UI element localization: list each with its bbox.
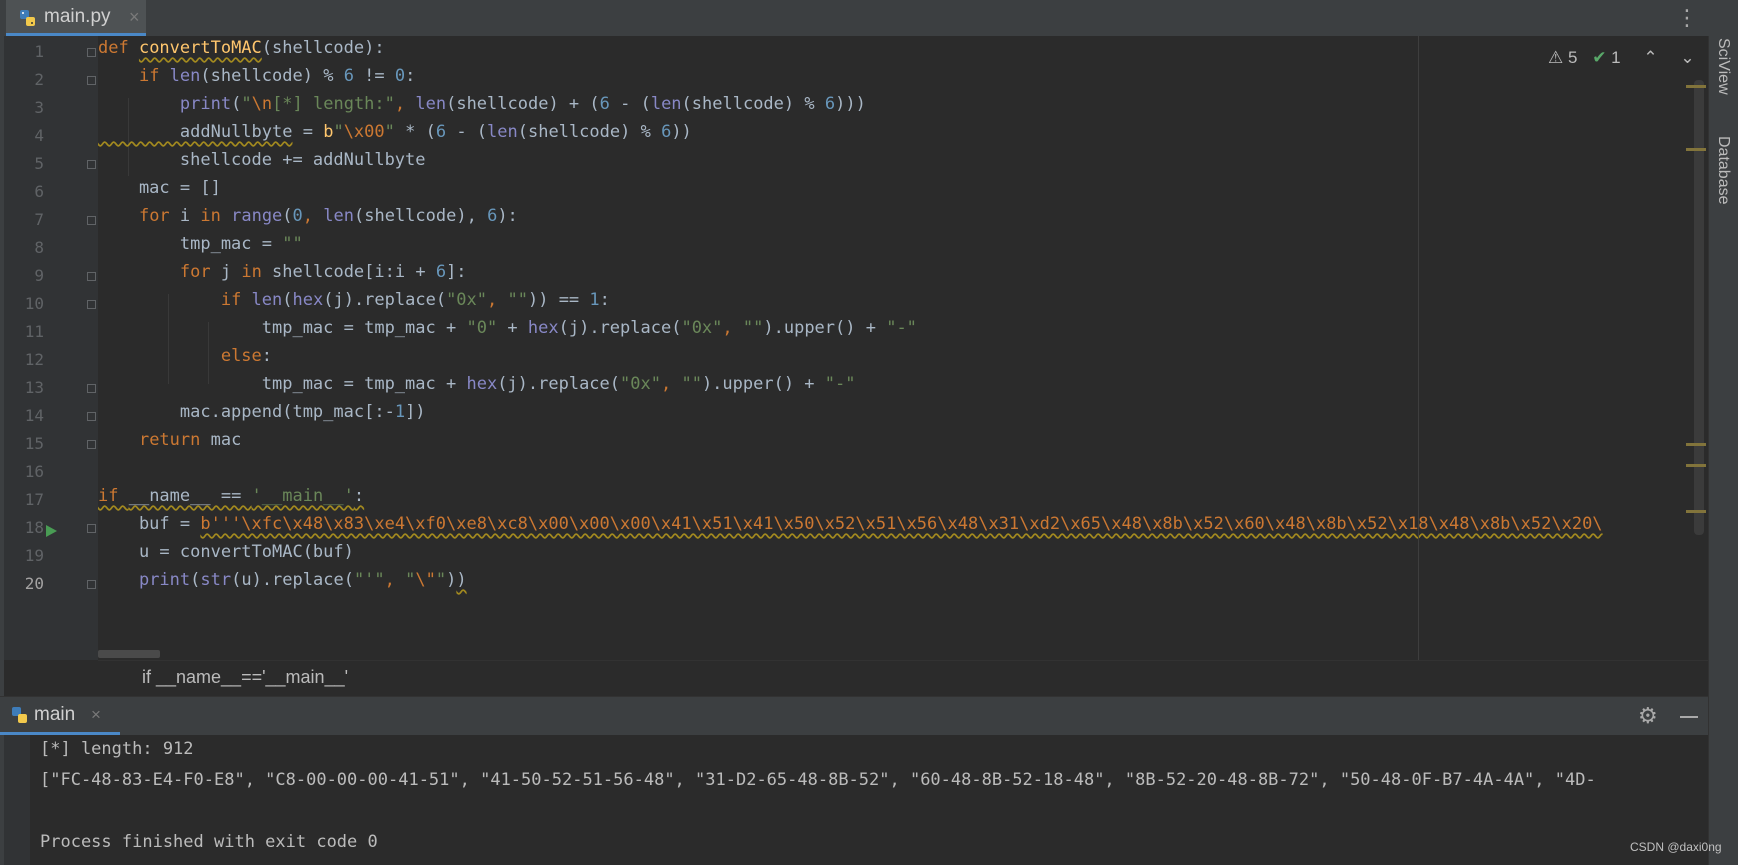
fold-marker-icon[interactable] xyxy=(87,216,96,225)
next-highlight-icon[interactable]: ⌄ xyxy=(1680,48,1694,67)
right-margin-guide xyxy=(1418,36,1419,660)
line-number: 2 xyxy=(34,70,44,89)
tab-main-py[interactable]: main.py × xyxy=(6,0,146,36)
gear-icon[interactable]: ⚙ xyxy=(1638,704,1658,729)
line-number: 16 xyxy=(24,462,44,481)
line-number: 14 xyxy=(24,406,44,425)
line-number: 4 xyxy=(34,126,44,145)
breadcrumb[interactable]: if __name__=='__main__' xyxy=(98,660,1708,697)
console-line: ["FC-48-83-E4-F0-E8", "C8-00-00-00-41-51… xyxy=(40,770,1596,790)
tab-close-icon[interactable]: × xyxy=(129,7,140,28)
warning-icon: ⚠ xyxy=(1548,48,1564,67)
line-number: 9 xyxy=(34,266,44,285)
scroll-marker[interactable] xyxy=(1686,443,1706,446)
code-line-3: print("\n[*] length:", len(shellcode) + … xyxy=(179,94,866,114)
code-line-15: return mac xyxy=(138,430,242,450)
scroll-marker[interactable] xyxy=(1686,510,1706,513)
python-run-icon xyxy=(12,707,27,723)
line-number: 19 xyxy=(24,546,44,565)
warning-count: 5 xyxy=(1567,48,1578,67)
run-panel-header xyxy=(0,696,1708,736)
code-line-1: def convertToMAC(shellcode): xyxy=(98,38,385,58)
fold-marker-icon[interactable] xyxy=(87,160,96,169)
check-count: 1 xyxy=(1611,48,1621,67)
scroll-marker[interactable] xyxy=(1686,85,1706,88)
fold-marker-icon[interactable] xyxy=(87,580,96,589)
code-line-2: if len(shellcode) % 6 != 0: xyxy=(138,66,416,86)
fold-marker-icon[interactable] xyxy=(87,48,96,57)
code-line-17: if __name__ == '__main__': xyxy=(98,486,365,506)
run-icon[interactable] xyxy=(44,524,58,538)
line-number: 18 xyxy=(24,518,44,537)
sciview-tab[interactable]: SciView xyxy=(1714,38,1732,95)
run-tab-label: main xyxy=(34,704,76,725)
code-line-14: mac.append(tmp_mac[:-1]) xyxy=(98,402,426,422)
fold-marker-icon[interactable] xyxy=(87,524,96,533)
editor-tab-bar xyxy=(0,0,1738,37)
breadcrumb-item[interactable]: if __name__=='__main__' xyxy=(142,667,348,688)
console-output[interactable]: [*] length: 912 ["FC-48-83-E4-F0-E8", "C… xyxy=(4,735,1708,865)
database-tab[interactable]: Database xyxy=(1714,136,1732,205)
line-number-gutter: 1 2 3 4 5 6 7 8 9 10 11 12 13 14 15 16 1… xyxy=(4,36,98,660)
line-number: 10 xyxy=(24,294,44,313)
line-number: 5 xyxy=(34,154,44,173)
run-tab-close-icon[interactable]: × xyxy=(91,705,101,725)
line-number: 17 xyxy=(24,490,44,509)
tab-label: main.py xyxy=(44,6,111,27)
line-number: 3 xyxy=(34,98,44,117)
previous-highlight-icon[interactable]: ⌃ xyxy=(1643,48,1657,67)
console-line: [*] length: 912 xyxy=(40,739,194,759)
horizontal-scrollbar[interactable] xyxy=(98,650,160,658)
code-line-20: print(str(u).replace("'", "\"")) xyxy=(138,570,467,590)
fold-marker-icon[interactable] xyxy=(87,412,96,421)
line-number: 7 xyxy=(34,210,44,229)
fold-marker-icon[interactable] xyxy=(87,76,96,85)
line-number: 11 xyxy=(24,322,44,341)
code-line-19: u = convertToMAC(buf) xyxy=(98,542,354,562)
line-number: 6 xyxy=(34,182,44,201)
code-editor[interactable]: def convertToMAC(shellcode): if len(shel… xyxy=(98,36,1708,660)
inspection-widget[interactable]: ⚠ 5 ✔ 1 ⌃ ⌄ xyxy=(1548,48,1695,68)
code-line-4: addNullbyte = b"\x00" * (6 - (len(shellc… xyxy=(98,122,692,142)
watermark: CSDN @daxi0ng xyxy=(1630,840,1722,854)
line-number: 12 xyxy=(24,350,44,369)
scroll-marker[interactable] xyxy=(1686,464,1706,467)
line-number: 20 xyxy=(24,574,44,593)
code-line-13: tmp_mac = tmp_mac + hex(j).replace("0x",… xyxy=(98,374,856,394)
code-line-8: tmp_mac = "" xyxy=(98,234,303,254)
console-line: Process finished with exit code 0 xyxy=(40,832,378,852)
fold-marker-icon[interactable] xyxy=(87,384,96,393)
code-line-10: if len(hex(j).replace("0x", "")) == 1: xyxy=(220,290,610,310)
run-tab-main[interactable]: main × xyxy=(0,696,120,735)
fold-marker-icon[interactable] xyxy=(87,272,96,281)
scroll-marker[interactable] xyxy=(1686,148,1706,151)
code-line-11: tmp_mac = tmp_mac + "0" + hex(j).replace… xyxy=(98,318,917,338)
line-number: 8 xyxy=(34,238,44,257)
code-line-12: else: xyxy=(220,346,273,366)
check-icon: ✔ xyxy=(1592,48,1607,67)
minimize-icon[interactable] xyxy=(1680,716,1698,718)
line-number: 1 xyxy=(34,42,44,61)
code-line-9: for j in shellcode[i:i + 6]: xyxy=(179,262,467,282)
right-tool-strip: SciView Database xyxy=(1708,36,1738,865)
code-line-18: buf = b'''\xfc\x48\x83\xe4\xf0\xe8\xc8\x… xyxy=(98,514,1603,534)
console-gutter xyxy=(4,735,30,865)
code-line-5: shellcode += addNullbyte xyxy=(98,150,426,170)
code-line-7: for i in range(0, len(shellcode), 6): xyxy=(138,206,518,226)
line-number: 15 xyxy=(24,434,44,453)
more-options-icon[interactable]: ⋮ xyxy=(1676,6,1698,31)
fold-marker-icon[interactable] xyxy=(87,300,96,309)
python-file-icon xyxy=(20,10,35,26)
code-line-6: mac = [] xyxy=(98,178,221,198)
line-number: 13 xyxy=(24,378,44,397)
fold-marker-icon[interactable] xyxy=(87,440,96,449)
